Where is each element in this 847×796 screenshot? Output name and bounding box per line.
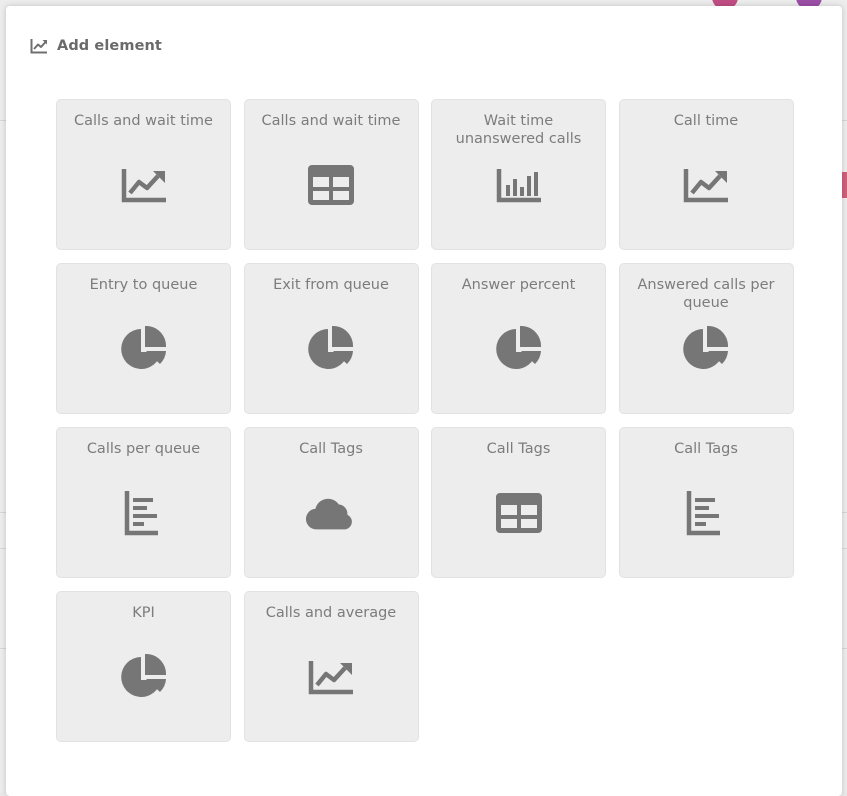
tile-label: Call Tags <box>299 441 363 457</box>
element-tile[interactable]: Calls and average <box>243 591 419 742</box>
tile-label: Calls per queue <box>86 441 201 457</box>
pie-chart-icon <box>119 654 169 699</box>
dialog-header: Add element <box>30 36 162 56</box>
pie-chart-icon <box>119 326 169 371</box>
tile-label: Answer percent <box>461 277 576 293</box>
pie-chart-icon <box>494 326 544 371</box>
line-chart-icon <box>681 163 731 207</box>
add-element-dialog: Add element Calls and wait time Calls and… <box>6 6 842 796</box>
tile-label: Wait time unanswered calls <box>455 113 582 147</box>
tile-label: Entry to queue <box>89 277 198 293</box>
element-tile[interactable]: Calls per queue <box>56 427 231 578</box>
tile-label: Answered calls per queue <box>637 277 775 311</box>
tile-label: Call Tags <box>674 441 738 457</box>
element-tile[interactable]: Call Tags <box>243 427 419 578</box>
bar-chart-icon <box>494 163 544 207</box>
cloud-icon <box>306 491 356 535</box>
backdrop-accent <box>842 172 847 198</box>
tile-label: Call Tags <box>486 441 551 457</box>
element-tile-grid: Calls and wait time Calls and wait time Wa… <box>56 99 794 742</box>
pie-chart-icon <box>681 326 731 371</box>
line-chart-icon <box>119 163 169 207</box>
tile-label: Calls and wait time <box>261 113 401 129</box>
line-chart-icon <box>306 655 356 699</box>
element-tile[interactable]: Wait time unanswered calls <box>431 99 606 250</box>
element-tile[interactable]: Answer percent <box>431 263 606 414</box>
horizontal-bar-chart-icon <box>119 491 169 536</box>
element-tile[interactable]: Call Tags <box>431 427 606 578</box>
tile-label: Exit from queue <box>273 277 389 293</box>
element-tile[interactable]: Call Tags <box>618 427 794 578</box>
element-tile[interactable]: Calls and wait time <box>56 99 231 250</box>
tile-label: KPI <box>132 605 155 621</box>
tile-label: Calls and average <box>265 605 397 621</box>
element-tile[interactable]: Calls and wait time <box>243 99 419 250</box>
table-icon <box>494 491 544 535</box>
tile-label: Call time <box>673 113 739 129</box>
tile-label: Calls and wait time <box>74 113 213 129</box>
horizontal-bar-chart-icon <box>681 491 731 536</box>
line-chart-icon <box>30 39 47 54</box>
dialog-title: Add element <box>57 38 162 54</box>
element-tile[interactable]: Answered calls per queue <box>618 263 794 414</box>
table-icon <box>306 163 356 207</box>
pie-chart-icon <box>306 326 356 371</box>
element-tile[interactable]: Entry to queue <box>56 263 231 414</box>
element-tile[interactable]: Exit from queue <box>243 263 419 414</box>
element-tile[interactable]: Call time <box>618 99 794 250</box>
element-tile[interactable]: KPI <box>56 591 231 742</box>
